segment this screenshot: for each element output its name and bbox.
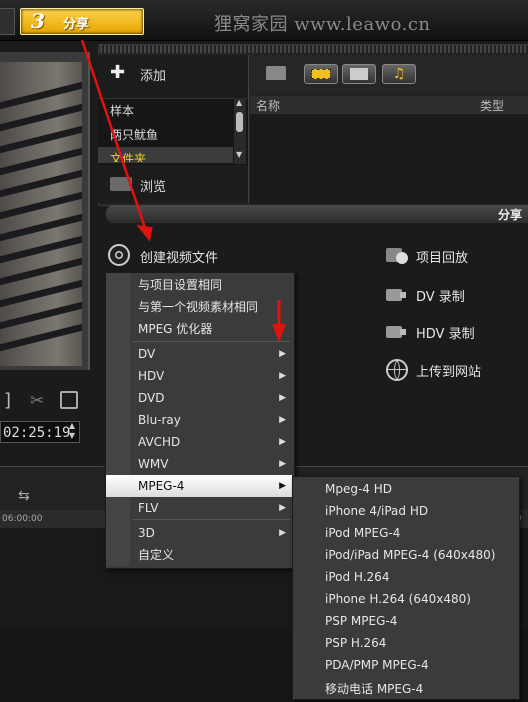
annotation-arrowhead [272,324,286,342]
annotation-arrowhead [136,224,153,242]
annotation-arrows [80,39,286,342]
annotation-arrow-line [80,39,147,229]
